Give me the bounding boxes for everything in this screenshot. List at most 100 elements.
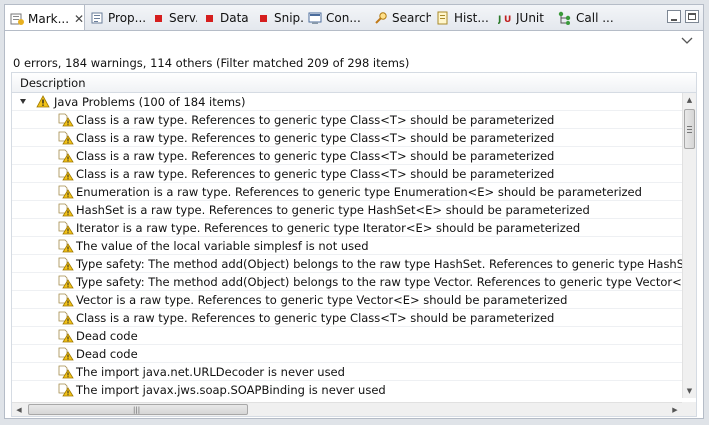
table-row[interactable]: Dead code [12,345,682,363]
horizontal-scroll-thumb[interactable]: ||| [28,404,248,415]
java-warning-icon [58,257,74,271]
group-label: Java Problems (100 of 184 items) [54,95,246,109]
close-icon[interactable]: ✕ [74,12,84,26]
problem-description: Dead code [76,329,138,343]
table-row[interactable]: Class is a raw type. References to gener… [12,147,682,165]
warning-icon [36,95,50,109]
expand-arrow-icon[interactable] [20,99,26,104]
java-warning-icon [58,167,74,181]
tab-label: Search [392,11,431,25]
tab-snippets[interactable]: Snip... [251,5,303,31]
table-row[interactable]: Class is a raw type. References to gener… [12,111,682,129]
table-row[interactable]: HashSet is a raw type. References to gen… [12,201,682,219]
table-row[interactable]: Type safety: The method add(Object) belo… [12,255,682,273]
table-row[interactable]: The value of the local variable simplesf… [12,237,682,255]
horizontal-scrollbar[interactable]: ◀ ||| ▶ [12,402,682,416]
tab-markers[interactable]: Mark... ✕ [5,5,85,32]
java-warning-icon [58,383,74,397]
view-tab-bar: Mark... ✕ Prop... Serv... Data ... Snip... Con… [4,4,704,32]
problem-description: Class is a raw type. References to gener… [76,311,555,325]
java-warning-icon [58,311,74,325]
scroll-up-icon[interactable]: ▲ [683,93,696,107]
java-warning-icon [58,203,74,217]
java-warning-icon [58,221,74,235]
tab-label: Serv... [169,11,197,25]
tab-servers[interactable]: Serv... [146,5,197,31]
scrollbar-corner [682,402,696,416]
tab-junit[interactable]: J U JUnit [493,5,553,31]
servers-icon [151,11,165,25]
tab-label: Hist... [454,11,489,25]
markers-panel: 0 errors, 184 warnings, 114 others (Filt… [4,30,704,419]
view-menu-icon[interactable] [681,36,693,46]
problem-description: Type safety: The method add(Object) belo… [76,275,682,289]
java-warning-icon [58,293,74,307]
tab-label: Con... [326,11,361,25]
java-warning-icon [58,329,74,343]
svg-text:J: J [498,15,501,25]
console-icon [308,11,322,25]
search-icon [374,11,388,25]
tab-history[interactable]: Hist... [431,5,493,31]
tab-label: JUnit [516,11,544,25]
table-row[interactable]: Class is a raw type. References to gener… [12,129,682,147]
problem-description: Enumeration is a raw type. References to… [76,185,642,199]
column-header-description[interactable]: Description [12,73,696,93]
table-row[interactable]: The import javax.jws.soap.SOAPBinding is… [12,381,682,398]
table-row[interactable]: Dead code [12,327,682,345]
tab-search[interactable]: Search [369,5,431,31]
problem-description: The value of the local variable simplesf… [76,239,369,253]
tab-label: Prop... [108,11,146,25]
junit-icon: JU [498,11,512,25]
table-row[interactable]: Class is a raw type. References to gener… [12,165,682,183]
scroll-down-icon[interactable]: ▼ [683,384,696,398]
problem-description: Class is a raw type. References to gener… [76,149,555,163]
tab-label: Call ... [576,11,614,25]
scroll-left-icon[interactable]: ◀ [12,403,26,416]
java-warning-icon [58,347,74,361]
data-icon [202,11,216,25]
problems-rows: Java Problems (100 of 184 items) Class is… [12,93,682,398]
problems-summary: 0 errors, 184 warnings, 114 others (Filt… [13,56,410,70]
properties-icon [90,11,104,25]
scroll-right-icon[interactable]: ▶ [668,403,682,416]
call-hierarchy-icon [558,11,572,25]
vertical-scroll-thumb[interactable] [684,109,695,149]
java-warning-icon [58,185,74,199]
table-row[interactable]: The import java.net.URLDecoder is never … [12,363,682,381]
tab-console[interactable]: Con... [303,5,369,31]
table-row[interactable]: Class is a raw type. References to gener… [12,309,682,327]
table-row[interactable]: Type safety: The method add(Object) belo… [12,273,682,291]
table-row[interactable]: Vector is a raw type. References to gene… [12,291,682,309]
snippets-icon [256,11,270,25]
table-row[interactable]: Iterator is a raw type. References to ge… [12,219,682,237]
table-row[interactable]: Enumeration is a raw type. References to… [12,183,682,201]
markers-icon [10,12,24,26]
problem-description: Type safety: The method add(Object) belo… [76,257,682,271]
problem-description: The import java.net.URLDecoder is never … [76,365,345,379]
history-icon [436,11,450,25]
java-warning-icon [58,113,74,127]
java-warning-icon [58,239,74,253]
tab-data[interactable]: Data ... [197,5,251,31]
tab-call-hierarchy[interactable]: Call ... [553,5,619,31]
tab-properties[interactable]: Prop... [85,5,146,31]
problems-table: Description Java Problems (100 of 184 it… [11,72,697,417]
tab-label: Mark... [28,11,68,26]
problem-description: Class is a raw type. References to gener… [76,113,555,127]
problem-description: Class is a raw type. References to gener… [76,131,555,145]
vertical-scrollbar[interactable]: ▲ ▼ [682,93,696,398]
problem-description: HashSet is a raw type. References to gen… [76,203,590,217]
problem-description: Class is a raw type. References to gener… [76,167,555,181]
minimize-button[interactable] [667,10,681,23]
java-warning-icon [58,365,74,379]
markers-view-window: Mark... ✕ Prop... Serv... Data ... Snip... Con… [0,0,709,425]
tab-label: Snip... [274,11,303,25]
maximize-button[interactable] [685,10,699,23]
problem-group-java[interactable]: Java Problems (100 of 184 items) [12,93,682,111]
svg-text:U: U [504,15,511,25]
java-warning-icon [58,149,74,163]
tab-label: Data ... [220,11,251,25]
java-warning-icon [58,275,74,289]
problem-description: The import javax.jws.soap.SOAPBinding is… [76,383,386,397]
